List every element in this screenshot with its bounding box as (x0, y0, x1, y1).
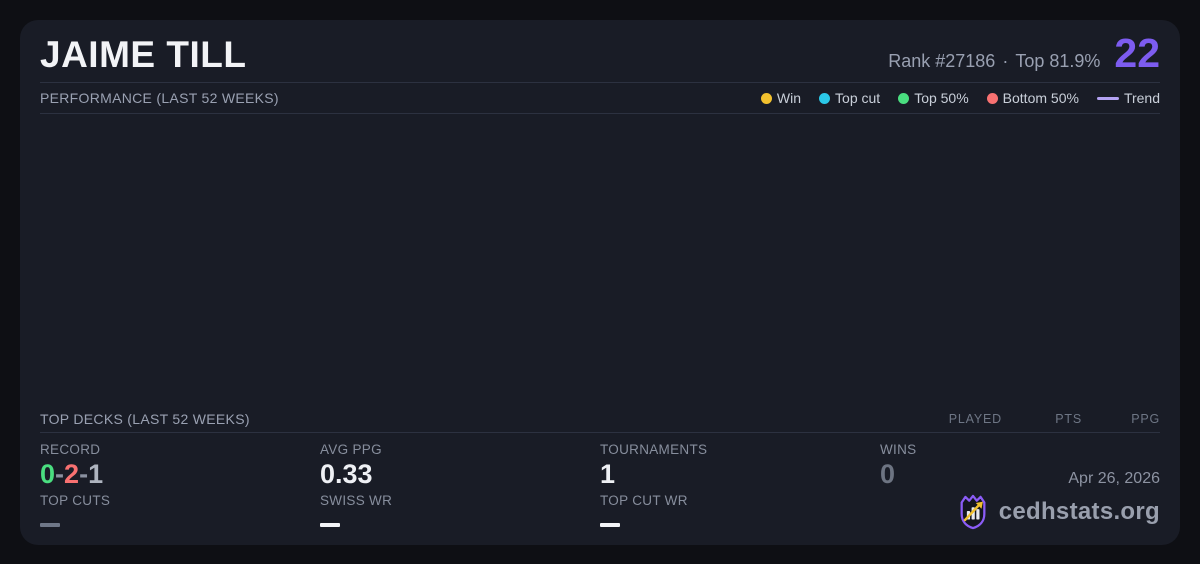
legend-label: Top cut (835, 90, 881, 106)
record-wins: 0 (40, 459, 56, 489)
rank-separator: · (1002, 51, 1009, 71)
record-value: 0-2-1 (40, 458, 320, 490)
date-label: Apr 26, 2026 (1068, 470, 1160, 487)
legend-item-win: Win (760, 90, 802, 106)
swiss-wr-empty-dash (320, 523, 340, 528)
player-stats-card: JAIME TILL Rank #27186 · Top 81.9% 22 PERF… (20, 20, 1180, 545)
stat-record: RECORD 0-2-1 TOP CUTS (40, 440, 320, 528)
rank-line: Rank #27186 · Top 81.9% (888, 51, 1100, 72)
performance-header-row: PERFORMANCE (LAST 52 WEEKS) Win Top cut … (40, 83, 1160, 114)
stat-label: AVG PPG (320, 442, 382, 457)
win-dot-icon (760, 92, 772, 104)
stat-label: SWISS WR (320, 493, 393, 509)
column-header-pts: PTS (1055, 411, 1082, 426)
legend-label: Win (776, 90, 802, 106)
bottom-50-dot-icon (986, 92, 998, 104)
trend-line-icon (1096, 96, 1119, 100)
stat-tournaments: TOURNAMENTS 1 TOP CUT WR (600, 440, 880, 528)
top-cut-dot-icon (819, 92, 831, 104)
cedhstats-logo-icon (960, 494, 986, 530)
stat-label: TOP CUTS (40, 493, 111, 509)
rank-text: Rank #27186 (888, 51, 996, 71)
card-footer: Apr 26, 2026 cedhstats.org (956, 470, 1160, 531)
column-header-played: PLAYED (948, 411, 1002, 426)
legend-label: Top 50% (914, 90, 969, 106)
stat-label: TOP CUT WR (600, 493, 688, 509)
column-header-ppg: PPG (1131, 411, 1160, 426)
top-decks-title: TOP DECKS (LAST 52 WEEKS) (40, 410, 250, 427)
stat-avg-ppg: AVG PPG 0.33 SWISS WR (320, 440, 600, 528)
legend-item-trend: Trend (1096, 90, 1160, 106)
top-cut-wr-empty-dash (600, 523, 620, 528)
top-cuts-empty-dash (40, 523, 60, 528)
tournaments-value: 1 (600, 459, 616, 489)
performance-chart-area (40, 114, 1160, 405)
legend-item-top-50: Top 50% (898, 90, 969, 106)
top-decks-header-row: TOP DECKS (LAST 52 WEEKS) PLAYED PTS PPG (40, 405, 1160, 433)
score-value: 22 (1114, 30, 1160, 76)
chart-legend: Win Top cut Top 50% Bottom 50% Trend (760, 90, 1160, 106)
legend-item-top-cut: Top cut (819, 90, 880, 106)
performance-title: PERFORMANCE (LAST 52 WEEKS) (40, 90, 279, 106)
record-draws: 1 (88, 459, 104, 489)
player-name: JAIME TILL (40, 34, 247, 75)
stat-label: WINS (880, 442, 917, 457)
stat-label: TOURNAMENTS (600, 442, 708, 457)
record-dash: - (79, 459, 89, 489)
record-dash: - (55, 459, 65, 489)
top-50-dot-icon (898, 92, 910, 104)
legend-item-bottom-50: Bottom 50% (986, 90, 1079, 106)
record-losses: 2 (64, 459, 80, 489)
card-header: JAIME TILL Rank #27186 · Top 81.9% 22 (40, 30, 1160, 83)
header-rank-group: Rank #27186 · Top 81.9% 22 (888, 30, 1160, 76)
top-decks-columns: PLAYED PTS PPG (912, 412, 1160, 426)
avg-ppg-value: 0.33 (320, 459, 373, 489)
legend-label: Bottom 50% (1002, 90, 1079, 106)
brand-link[interactable]: cedhstats.org (956, 493, 1160, 531)
stat-label: RECORD (40, 442, 101, 457)
brand-text: cedhstats.org (998, 498, 1160, 525)
legend-label: Trend (1123, 90, 1160, 106)
top-percent-text: Top 81.9% (1015, 51, 1101, 71)
